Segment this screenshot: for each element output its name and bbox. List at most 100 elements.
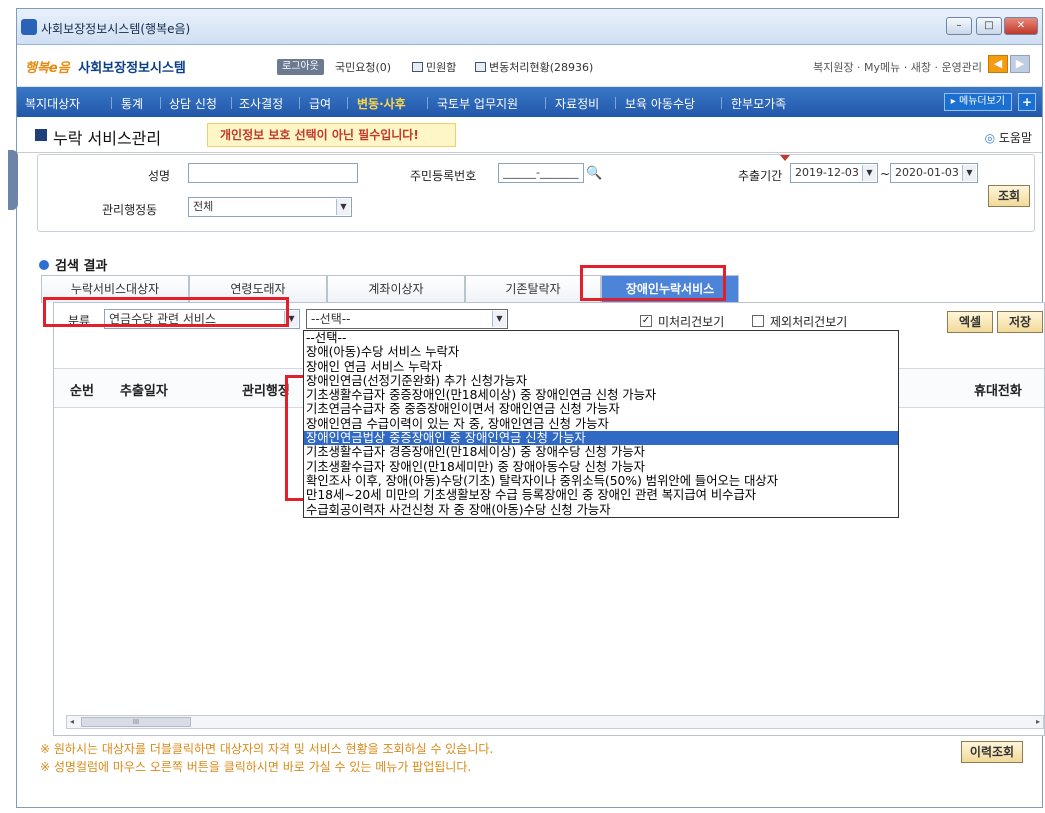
nav-item-change-followup[interactable]: 변동·사후 [357,95,406,112]
excel-button[interactable]: 엑셀 [947,311,993,333]
name-input[interactable] [188,163,358,183]
subcategory-value: --선택-- [311,312,351,326]
maximize-button[interactable]: □ [976,17,1002,35]
period-from-value: 2019-12-03 [795,166,859,179]
next-arrow-icon[interactable]: ▶ [1010,55,1030,73]
nav-item-investigation[interactable]: 조사결정 [239,95,283,112]
column-header[interactable]: 순번 [70,380,94,399]
system-logo[interactable]: 행복e음 사회보장정보시스템 [25,57,186,76]
nav-item-statistics[interactable]: 통계 [121,95,143,112]
scroll-left-icon[interactable]: ◂ [70,717,74,726]
required-marker-icon [780,155,790,161]
tab-missing-service[interactable]: 누락서비스대상자 [41,275,189,303]
unprocessed-label: 미처리건보기 [658,315,725,329]
dropdown-option-selected[interactable]: 장애인연금법상 중증장애인 중 장애인연금 신청 가능자 [304,431,898,446]
chevron-down-icon: ▼ [336,199,350,215]
subcategory-select[interactable]: --선택-- ▼ [306,309,508,329]
search-panel: 성명 주민등록번호 ______-_______ 🔍 추출기간 2019-12-… [37,154,1035,232]
brand-logo: 행복e음 [25,61,70,76]
dropdown-option[interactable]: --선택-- [304,331,898,345]
query-button[interactable]: 조회 [988,185,1030,207]
category-select[interactable]: 연금수당 관련 서비스 ▼ [104,309,300,329]
column-header[interactable]: 추출일자 [120,380,168,399]
tab-disability-missing-service[interactable]: 장애인누락서비스 [601,275,739,303]
dropdown-option[interactable]: 만18세~20세 미만의 기초생활보장 수급 등록장애인 중 장애인 관련 복지… [304,488,898,502]
note-line: ※ 원하시는 대상자를 더블클릭하면 대상자의 자격 및 서비스 현황을 조회하… [40,742,494,756]
name-label: 성명 [148,169,171,183]
close-button[interactable]: ✕ [1004,17,1038,35]
minimize-button[interactable]: – [946,17,972,35]
more-menu-button[interactable]: ▸ 메뉴더보기 [943,93,1012,111]
window-title: 사회보장정보시스템(행복e음) [41,22,191,36]
dropdown-option[interactable]: 기초연금수급자 중 중증장애인이면서 장애인연금 신청 가능자 [304,402,898,416]
unprocessed-checkbox[interactable]: ✓ [640,315,652,327]
dropdown-option[interactable]: 기초생활수급자 경증장애인(만18세이상) 중 장애수당 신청 가능자 [304,445,898,459]
rrn-input[interactable]: ______-_______ [498,163,584,183]
category-label: 분류 [68,314,91,328]
nav-item-molit-support[interactable]: 국토부 업무지원 [437,95,518,112]
top-header: 행복e음 사회보장정보시스템 로그아웃 국민요청(0) 민원함 변동처리현황(2… [17,45,1042,87]
civil-complaint-link[interactable]: 민원함 [412,59,456,75]
dropdown-option[interactable]: 장애인연금(선정기준완화) 추가 신청가능자 [304,374,898,388]
help-link[interactable]: 도움말 [985,129,1032,146]
prev-arrow-icon[interactable]: ◀ [988,55,1008,73]
admin-district-select[interactable]: 전체 ▼ [188,197,352,217]
history-button[interactable]: 이력조회 [961,741,1023,763]
chevron-down-icon: ▼ [962,165,976,181]
subcategory-dropdown-list[interactable]: --선택-- 장애(아동)수당 서비스 누락자 장애인 연금 서비스 누락자 장… [303,330,899,518]
system-name: 사회보장정보시스템 [78,61,186,76]
save-button[interactable]: 저장 [997,311,1043,333]
page-title: 누락 서비스관리 [53,129,162,148]
dropdown-option[interactable]: 장애(아동)수당 서비스 누락자 [304,345,898,359]
chevron-down-icon: ▼ [284,311,298,327]
title-bar: 사회보장정보시스템(행복e음) – □ ✕ [17,9,1042,45]
period-to-value: 2020-01-03 [895,166,959,179]
dropdown-option[interactable]: 장애인 연금 서비스 누락자 [304,360,898,374]
national-requests-link[interactable]: 국민요청(0) [335,59,391,75]
excluded-checkbox[interactable] [752,315,764,327]
category-value: 연금수당 관련 서비스 [109,312,216,326]
side-panel-handle[interactable] [8,150,18,210]
tab-age-arrival[interactable]: 연령도래자 [189,275,327,303]
period-to-select[interactable]: 2020-01-03 ▼ [890,163,978,183]
logout-button[interactable]: 로그아웃 [277,59,324,75]
dropdown-option[interactable]: 확인조사 이후, 장애(아동)수당(기초) 탈락자이나 중위소득(50%) 범위… [304,474,898,488]
dropdown-option[interactable]: 수급회공이력자 사건신청 자 중 장애(아동)수당 신청 가능자 [304,503,898,517]
dropdown-option[interactable]: 기초생활수급자 중증장애인(만18세이상) 중 장애인연금 신청 가능자 [304,388,898,402]
change-status-link[interactable]: 변동처리현황(28936) [475,59,593,75]
add-menu-button[interactable]: + [1018,93,1036,111]
scroll-right-icon[interactable]: ▸ [1036,717,1040,726]
horizontal-scrollbar[interactable]: ◂ III ▸ [66,715,1044,729]
column-header[interactable]: 휴대전화 [974,380,1022,399]
scroll-thumb[interactable]: III [81,717,191,727]
nav-item-single-parent[interactable]: 한부모가족 [731,95,786,112]
civil-complaint-label: 민원함 [426,61,457,74]
nav-divider [427,97,428,109]
tab-prior-dropouts[interactable]: 기존탈락자 [465,275,601,303]
period-separator: ~ [880,167,891,181]
nav-item-childcare[interactable]: 보육 아동수당 [625,95,695,112]
admin-district-value: 전체 [193,200,214,213]
nav-divider [721,97,722,109]
note-line: ※ 성명컬럼에 마우스 오른쪽 버튼을 클릭하시면 바로 가실 수 있는 메뉴가… [40,760,472,774]
utility-links[interactable]: 복지원장 · My메뉴 · 새창 · 운영관리 [813,59,982,75]
nav-item-welfare-recipients[interactable]: 복지대상자 [25,95,80,112]
privacy-banner: 개인정보 보호 선택이 아닌 필수입니다! [207,123,456,147]
column-header[interactable]: 관리행정 [242,380,290,399]
rrn-label: 주민등록번호 [410,169,477,183]
dropdown-option[interactable]: 기초생활수급자 장애인(만18세미만) 중 장애아동수당 신청 가능자 [304,460,898,474]
nav-item-benefits[interactable]: 급여 [309,95,331,112]
tab-account-error[interactable]: 계좌이상자 [327,275,465,303]
chevron-down-icon: ▼ [862,165,876,181]
title-bullet-icon [35,129,47,141]
search-icon[interactable]: 🔍 [586,166,602,181]
chevron-down-icon: ▼ [492,311,506,327]
nav-item-consultation[interactable]: 상담 신청 [169,95,217,112]
period-from-select[interactable]: 2019-12-03 ▼ [790,163,878,183]
change-status-label: 변동처리현황(28936) [489,61,594,74]
nav-divider [299,97,300,109]
nav-item-data-cleanup[interactable]: 자료정비 [555,95,599,112]
dropdown-option[interactable]: 장애인연금 수급이력이 있는 자 중, 장애인연금 신청 가능자 [304,417,898,431]
admin-district-label: 관리행정동 [102,203,158,217]
nav-divider [231,97,232,109]
